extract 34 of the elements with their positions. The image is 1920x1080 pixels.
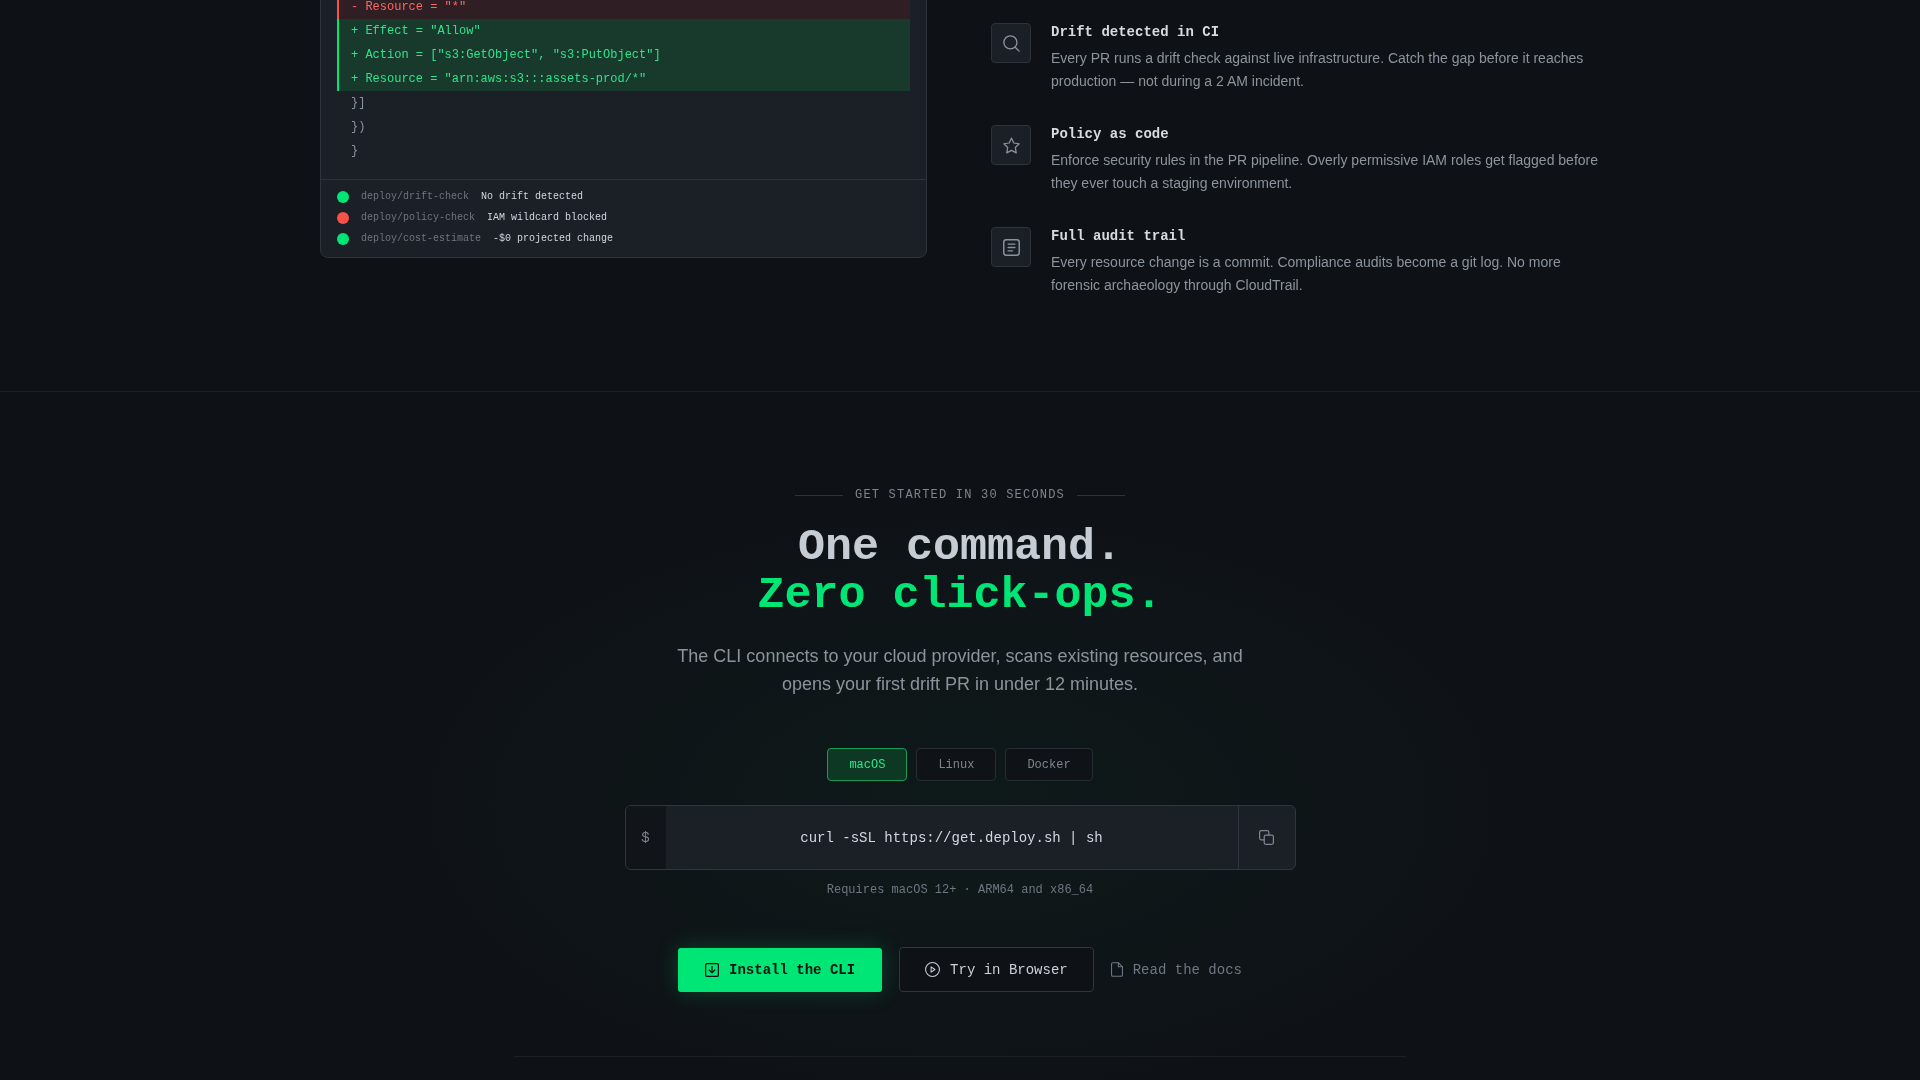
feature-description: Every PR runs a drift check against live infrastructure. Catch the gap before it reaches production — not during a 2 AM incident.: [1051, 49, 1585, 91]
check-result: -$0 projected change: [493, 232, 614, 246]
search-icon: [991, 23, 1031, 63]
download-icon: [705, 962, 720, 977]
document-icon: [991, 227, 1031, 267]
code-line: }]: [350, 95, 367, 112]
check-name: deploy/cost-estimate: [361, 232, 482, 246]
section-description: The CLI connects to your cloud provider, scans existing resources, and opens your first drift PR in under 12 minutes.: [676, 645, 1244, 696]
feature-title: Full audit trail: [1051, 227, 1187, 245]
command-text: curl -sSL https://get.deploy.sh | sh: [800, 829, 1103, 846]
play-icon: [925, 962, 941, 977]
platform-tab[interactable]: macOS: [827, 748, 908, 781]
docs-link[interactable]: Read the docs: [1110, 961, 1242, 978]
feature-description: Enforce security rules in the PR pipeline. Overly permissive IAM roles get flagged before they ever touch a staging environment.: [1051, 151, 1600, 193]
headline: Zero click-ops.: [757, 572, 1163, 620]
install-button[interactable]: Install the CLI: [678, 947, 883, 992]
copy-icon: [1259, 830, 1274, 845]
code-line: }): [350, 119, 367, 136]
try-browser-button[interactable]: Try in Browser: [899, 947, 1094, 992]
check-name: deploy/drift-check: [361, 190, 470, 204]
check-result: IAM wildcard blocked: [487, 211, 608, 225]
check-result: No drift detected: [481, 190, 584, 204]
platform-tab[interactable]: Docker: [1005, 748, 1093, 781]
feature-title: Policy as code: [1051, 125, 1170, 143]
file-icon: [1110, 962, 1123, 977]
feature-description: Every resource change is a commit. Compliance audits become a git log. No more forensic archaeology through CloudTrail.: [1051, 253, 1562, 295]
headline: One command.: [797, 524, 1123, 572]
requirements-note: Requires macOS 12+ · ARM64 and x86_64: [826, 882, 1094, 899]
section-eyebrow: GET STARTED IN 30 SECONDS: [855, 487, 1065, 504]
check-name: deploy/policy-check: [361, 211, 476, 225]
feature-title: Drift detected in CI: [1051, 23, 1221, 41]
platform-tab[interactable]: Linux: [916, 748, 997, 781]
prompt-symbol: $: [625, 806, 666, 869]
code-line: }: [350, 143, 360, 160]
